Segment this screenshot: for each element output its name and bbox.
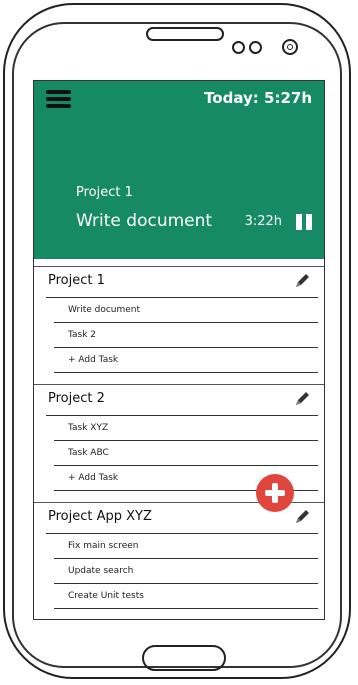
task-item[interactable]: Update search <box>54 559 318 584</box>
task-item[interactable]: Create Unit tests <box>54 584 318 609</box>
add-task-label: + Add Task <box>68 355 119 365</box>
sensor-icon <box>249 41 262 54</box>
current-project-name: Project 1 <box>76 185 133 200</box>
project-list: Project 1 Write document Task 2 + Add Ta… <box>34 267 324 619</box>
pencil-icon[interactable] <box>292 271 312 291</box>
home-button[interactable] <box>142 645 226 671</box>
sensor-icon <box>232 41 245 54</box>
add-task-fab[interactable] <box>256 474 294 512</box>
task-label: Write document <box>68 305 141 315</box>
project-title: Project 2 <box>48 391 105 406</box>
speaker-grille <box>146 27 224 41</box>
task-item[interactable]: Task 2 <box>54 323 318 348</box>
task-label: Create Unit tests <box>68 591 144 601</box>
task-label: Task ABC <box>68 448 109 458</box>
project-header: Project 1 <box>46 267 318 298</box>
project-title: Project App XYZ <box>48 509 152 524</box>
app-mockup: Today: 5:27h Project 1 Write document 3:… <box>0 0 358 685</box>
camera-icon <box>282 39 298 55</box>
task-label: Task 2 <box>68 330 97 340</box>
project-card: Project App XYZ Fix main screen Update s… <box>34 503 324 619</box>
timer-header: Today: 5:27h Project 1 Write document 3:… <box>34 81 324 259</box>
pause-icon[interactable] <box>294 214 314 230</box>
menu-icon[interactable] <box>46 90 71 108</box>
task-label: Task XYZ <box>68 423 109 433</box>
task-item[interactable]: Write document <box>54 298 318 323</box>
task-item[interactable]: Task XYZ <box>54 416 318 441</box>
project-title: Project 1 <box>48 273 105 288</box>
app-screen: Today: 5:27h Project 1 Write document 3:… <box>33 80 325 620</box>
task-label: Update search <box>68 566 134 576</box>
pencil-icon[interactable] <box>292 389 312 409</box>
elapsed-time: 3:22h <box>244 214 282 229</box>
task-item[interactable]: Task ABC <box>54 441 318 466</box>
add-task-label: + Add Task <box>68 473 119 483</box>
task-label: Fix main screen <box>68 541 139 551</box>
header-divider <box>34 259 324 267</box>
task-item[interactable]: Fix main screen <box>54 534 318 559</box>
today-total: Today: 5:27h <box>204 89 312 107</box>
pencil-icon[interactable] <box>292 507 312 527</box>
current-task-name: Write document <box>76 211 213 231</box>
project-card: Project 1 Write document Task 2 + Add Ta… <box>34 267 324 385</box>
project-header: Project 2 <box>46 385 318 416</box>
add-task-button[interactable]: + Add Task <box>54 348 318 373</box>
